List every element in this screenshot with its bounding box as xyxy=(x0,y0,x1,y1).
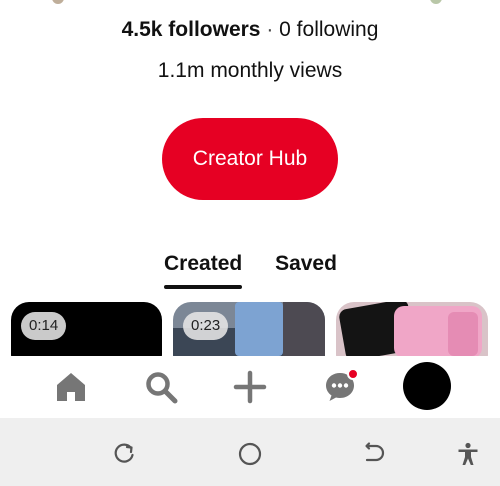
plus-icon[interactable] xyxy=(228,365,272,409)
notification-dot xyxy=(347,368,359,380)
follow-stats: 4.5k followers · 0 following xyxy=(0,17,500,43)
tab-saved[interactable]: Saved xyxy=(274,251,338,277)
decorative-dot xyxy=(430,0,442,4)
pin-thumbnail-shape xyxy=(448,312,478,356)
followers-count[interactable]: 4.5k followers xyxy=(122,18,261,41)
creator-hub-button[interactable]: Creator Hub xyxy=(162,118,338,200)
bottom-navigation xyxy=(0,356,500,418)
decorative-dot xyxy=(52,0,64,4)
pin-thumbnail-shape xyxy=(283,302,325,356)
messages-icon[interactable] xyxy=(318,365,362,409)
system-navigation-bar xyxy=(0,418,500,486)
video-duration-badge: 0:23 xyxy=(183,312,229,340)
pin-video[interactable]: 0:14 xyxy=(11,302,162,356)
video-duration-badge: 0:14 xyxy=(21,312,67,340)
top-sliver xyxy=(0,0,500,6)
pin-video[interactable]: 0:23 xyxy=(173,302,325,356)
tab-created[interactable]: Created xyxy=(164,251,242,277)
pin-thumbnail-shape xyxy=(235,302,283,356)
accessibility-icon[interactable] xyxy=(452,438,484,470)
following-count[interactable]: 0 following xyxy=(279,18,378,41)
back-icon[interactable] xyxy=(357,438,389,470)
pin-grid: 0:14 0:23 xyxy=(0,302,500,356)
stats-separator: · xyxy=(266,18,274,41)
monthly-views: 1.1m monthly views xyxy=(157,59,343,82)
home-icon[interactable] xyxy=(49,365,93,409)
profile-avatar[interactable] xyxy=(403,362,451,410)
home-circle-icon[interactable] xyxy=(234,438,266,470)
search-icon[interactable] xyxy=(139,365,183,409)
tab-selected-indicator xyxy=(164,285,242,289)
recents-icon[interactable] xyxy=(108,438,140,470)
pin-image[interactable] xyxy=(336,302,488,356)
